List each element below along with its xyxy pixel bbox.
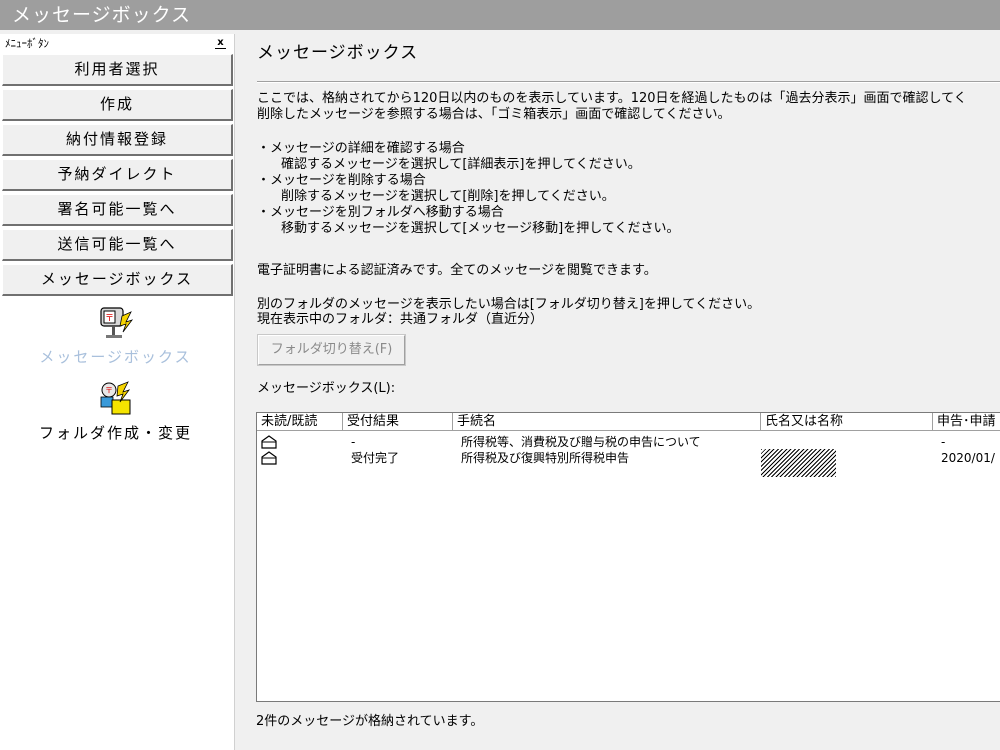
create-button[interactable]: 作成	[2, 89, 233, 121]
instruction-delete-sub: 削除するメッセージを選択して[削除]を押してください。	[281, 189, 615, 204]
folder-icon: 〒	[100, 381, 130, 415]
folder-manage-nav-label: フォルダ作成・変更	[38, 424, 192, 442]
user-select-button[interactable]: 利用者選択	[2, 54, 233, 86]
row-result: -	[351, 435, 356, 449]
current-folder-note: 現在表示中のフォルダ：共通フォルダ（直近分）	[257, 312, 544, 327]
message-list-label: メッセージボックス(L):	[257, 381, 396, 396]
divider	[257, 81, 1000, 83]
opened-envelope-icon	[261, 451, 277, 465]
list-header: 未読/既読 受付結果 手続名 氏名又は名称 申告･申請	[257, 413, 1000, 431]
message-box-nav-label: メッセージボックス	[39, 348, 192, 366]
signable-list-button[interactable]: 署名可能一覧へ	[2, 194, 233, 226]
window-title: メッセージボックス	[0, 0, 1000, 30]
row-date: -	[941, 435, 946, 449]
table-row[interactable]: - 所得税等、消費税及び贈与税の申告について -	[257, 434, 1000, 450]
table-row[interactable]: 受付完了 所得税及び復興特別所得税申告 2020/01/	[257, 450, 1000, 466]
sidebar-header-label: ﾒﾆｭｰﾎﾞﾀﾝ	[5, 37, 49, 50]
column-header-procedure[interactable]: 手続名	[453, 413, 761, 431]
row-procedure: 所得税及び復興特別所得税申告	[461, 451, 630, 465]
message-box-button[interactable]: メッセージボックス	[2, 264, 233, 296]
instruction-detail-sub: 確認するメッセージを選択して[詳細表示]を押してください。	[281, 157, 641, 172]
message-count-status: 2件のメッセージが格納されています。	[256, 714, 484, 729]
intro-line-1: ここでは、格納されてから120日以内のものを表示しています。120日を経過したも…	[257, 91, 967, 106]
folder-manage-nav-item[interactable]: 〒 フォルダ作成・変更	[0, 378, 231, 443]
sidebar-header: ﾒﾆｭｰﾎﾞﾀﾝ x	[0, 34, 234, 54]
redacted-name	[761, 449, 836, 477]
row-procedure: 所得税等、消費税及び贈与税の申告について	[461, 435, 701, 449]
message-box-nav-item[interactable]: 〒 メッセージボックス	[0, 302, 231, 367]
close-icon[interactable]: x	[215, 37, 226, 49]
payment-info-button[interactable]: 納付情報登録	[2, 124, 233, 156]
svg-text:〒: 〒	[104, 314, 113, 324]
row-date: 2020/01/	[941, 451, 995, 465]
page-title: メッセージボックス	[257, 43, 419, 63]
column-header-name[interactable]: 氏名又は名称	[761, 413, 933, 431]
main-panel: メッセージボックス ここでは、格納されてから120日以内のものを表示しています。…	[237, 34, 1000, 750]
mailbox-icon: 〒	[99, 307, 133, 338]
instruction-detail: ・メッセージの詳細を確認する場合	[257, 141, 465, 156]
column-header-date[interactable]: 申告･申請	[933, 413, 1000, 431]
instruction-move-sub: 移動するメッセージを選択して[メッセージ移動]を押してください。	[281, 221, 680, 236]
instruction-delete: ・メッセージを削除する場合	[257, 173, 426, 188]
message-list[interactable]: 未読/既読 受付結果 手続名 氏名又は名称 申告･申請 - 所得税等、消費税及び…	[256, 412, 1000, 702]
column-header-result[interactable]: 受付結果	[343, 413, 453, 431]
folder-switch-button[interactable]: フォルダ切り替え(F)	[257, 334, 406, 366]
direct-debit-button[interactable]: 予納ダイレクト	[2, 159, 233, 191]
menu-sidebar: ﾒﾆｭｰﾎﾞﾀﾝ x 利用者選択 作成 納付情報登録 予納ダイレクト 署名可能一…	[0, 34, 235, 750]
certificate-note: 電子証明書による認証済みです。全てのメッセージを閲覧できます。	[257, 263, 657, 278]
folder-note: 別のフォルダのメッセージを表示したい場合は[フォルダ切り替え]を押してください。	[257, 297, 761, 312]
intro-line-2: 削除したメッセージを参照する場合は、「ゴミ箱表示」画面で確認してください。	[257, 107, 731, 122]
column-header-read[interactable]: 未読/既読	[257, 413, 343, 431]
instruction-move: ・メッセージを別フォルダへ移動する場合	[257, 205, 504, 220]
opened-envelope-icon	[261, 435, 277, 449]
row-result: 受付完了	[351, 451, 400, 465]
sendable-list-button[interactable]: 送信可能一覧へ	[2, 229, 233, 261]
svg-text:〒: 〒	[105, 386, 113, 395]
